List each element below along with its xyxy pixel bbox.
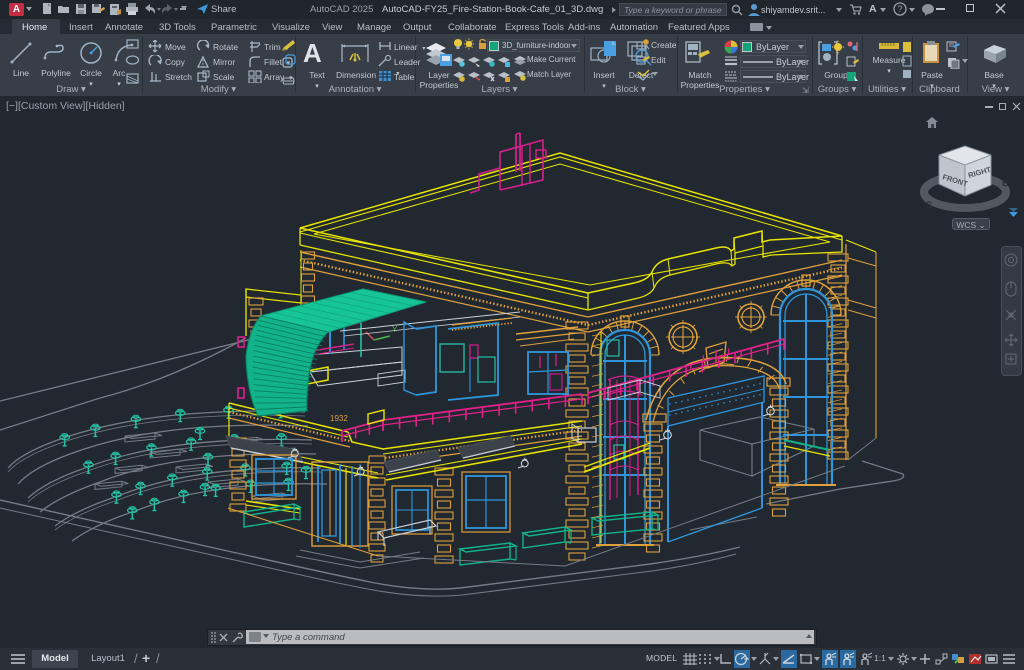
svg-text:Y: Y [392,325,398,334]
svg-text:1932: 1932 [330,414,348,423]
svg-text:E: E [1002,178,1008,188]
svg-text:?: ? [897,4,902,14]
svg-text:S: S [926,200,932,210]
